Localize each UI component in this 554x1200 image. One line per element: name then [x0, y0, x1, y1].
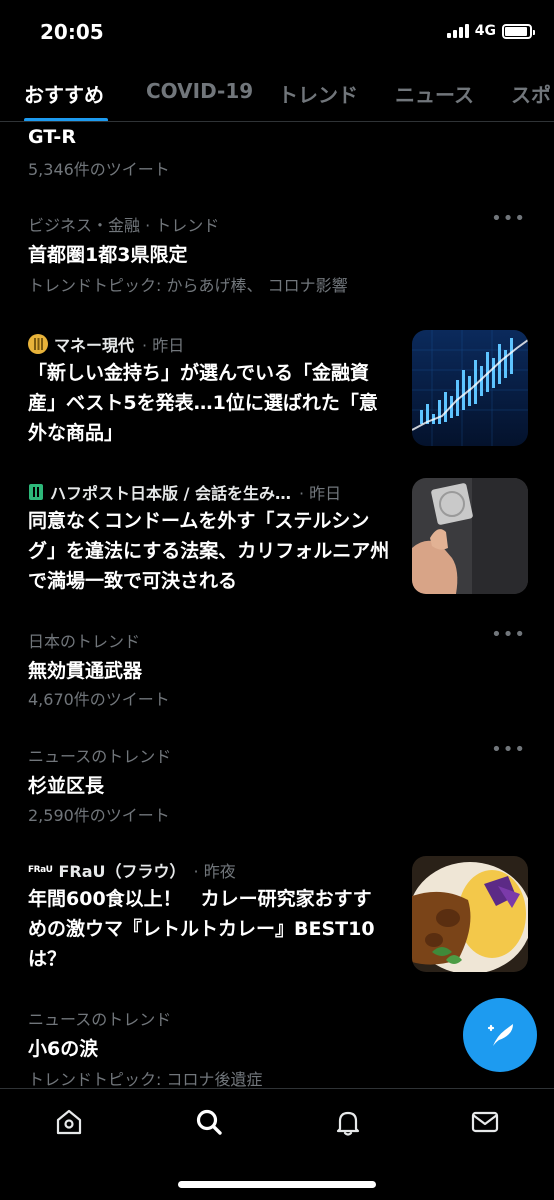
news-headline: 「新しい金持ち」が選んでいる「金融資産」ベスト5を発表…1位に選ばれた「意外な商… — [28, 362, 378, 444]
trend-title: 小6の涙 — [28, 1038, 99, 1060]
status-bar: 20:05 4G — [0, 0, 554, 64]
trend-tweet-count: 5,346件のツイート — [28, 160, 170, 179]
trend-category: ニュースのトレンド — [28, 747, 172, 766]
trend-item[interactable]: GT-R 5,346件のツイート — [0, 122, 554, 188]
trend-title: 無効貫通武器 — [28, 660, 143, 682]
stock-chart-image[interactable] — [412, 330, 528, 446]
news-item[interactable]: FRaU FRaU（フラウ） · 昨夜 年間600食以上！ カレー研究家おすすめ… — [0, 850, 554, 978]
news-source: FRaU FRaU（フラウ） · 昨夜 — [28, 858, 236, 882]
news-time: · 昨日 — [142, 336, 185, 355]
curry-plate-image[interactable] — [412, 856, 528, 972]
news-headline: 年間600食以上！ カレー研究家おすすめの激ウマ『レトルトカレー』BEST10は… — [28, 888, 375, 970]
trend-title: 杉並区長 — [28, 775, 105, 797]
tab-sports[interactable]: スポ — [511, 79, 551, 108]
trend-tweet-count: 2,590件のツイート — [28, 806, 170, 825]
compose-tweet-button[interactable] — [463, 998, 537, 1072]
frau-logo: FRaU — [28, 865, 53, 875]
status-icons: 4G — [446, 23, 535, 39]
trend-category: 日本のトレンド — [28, 632, 141, 651]
tab-recommended[interactable]: おすすめ — [24, 79, 104, 108]
news-item[interactable]: ハフポスト日本版 / 会話を生み… · 昨日 同意なくコンドームを外す「ステルシ… — [0, 472, 554, 600]
trend-tweet-count: 4,670件のツイート — [28, 690, 170, 709]
more-options-icon[interactable]: ••• — [491, 739, 526, 760]
news-headline: 同意なくコンドームを外す「ステルシング」を違法にする法案、カリフォルニア州で満場… — [28, 510, 390, 592]
hand-holding-condom-image[interactable] — [412, 478, 528, 594]
cellular-signal-icon — [446, 24, 469, 38]
status-time: 20:05 — [40, 20, 104, 44]
news-source: ハフポスト日本版 / 会話を生み… · 昨日 — [28, 480, 341, 504]
news-time: · 昨日 — [299, 484, 342, 503]
huffpost-logo-icon — [29, 484, 43, 500]
more-options-icon[interactable]: ••• — [491, 624, 526, 645]
explore-feed[interactable]: GT-R 5,346件のツイート ビジネス・金融 · トレンド ••• 首都圏1… — [0, 122, 554, 1090]
news-source-name: FRaU（フラウ） — [58, 862, 186, 881]
battery-icon — [502, 23, 535, 39]
home-icon[interactable] — [54, 1107, 84, 1137]
trend-topics: トレンドトピック: からあげ棒、 コロナ影響 — [28, 276, 348, 295]
news-source-name: ハフポスト日本版 / 会話を生み… — [50, 484, 291, 503]
home-indicator — [178, 1181, 376, 1188]
trend-category: ビジネス・金融 · トレンド — [28, 216, 220, 235]
news-source: マネー現代 · 昨日 — [28, 332, 184, 356]
trend-item[interactable]: ビジネス・金融 · トレンド ••• 首都圏1都3県限定 トレンドトピック: か… — [0, 202, 554, 297]
news-source-name: マネー現代 — [54, 336, 135, 355]
news-item[interactable]: マネー現代 · 昨日 「新しい金持ち」が選んでいる「金融資産」ベスト5を発表…1… — [0, 322, 554, 450]
tab-covid19[interactable]: COVID-19 — [146, 79, 253, 103]
trend-title: 首都圏1都3県限定 — [28, 244, 188, 266]
tab-news[interactable]: ニュース — [395, 79, 474, 108]
trend-item[interactable]: ニュースのトレンド ••• 杉並区長 2,590件のツイート — [0, 738, 554, 833]
notifications-icon[interactable] — [333, 1107, 363, 1137]
search-icon[interactable] — [194, 1107, 224, 1137]
network-type: 4G — [474, 23, 496, 39]
compose-tweet-icon — [487, 1024, 513, 1046]
trend-title: GT-R — [28, 126, 76, 148]
messages-icon[interactable] — [470, 1107, 500, 1137]
trend-item[interactable]: 日本のトレンド ••• 無効貫通武器 4,670件のツイート — [0, 622, 554, 717]
trend-topics: トレンドトピック: コロナ後遺症 — [28, 1070, 263, 1089]
trend-category: ニュースのトレンド — [28, 1010, 172, 1029]
more-options-icon[interactable]: ••• — [491, 208, 526, 229]
tab-trending[interactable]: トレンド — [278, 79, 358, 108]
money-gendai-logo-icon — [28, 334, 48, 354]
explore-tabs: おすすめ COVID-19 トレンド ニュース スポ — [0, 64, 554, 122]
news-time: · 昨夜 — [193, 862, 236, 881]
